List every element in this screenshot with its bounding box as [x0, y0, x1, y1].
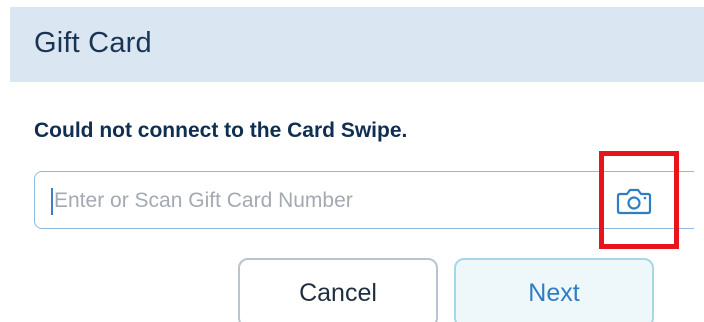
cancel-button[interactable]: Cancel [238, 258, 438, 322]
text-caret [51, 188, 53, 215]
error-message: Could not connect to the Card Swipe. [34, 119, 408, 142]
dialog-header: Gift Card [10, 7, 704, 82]
gift-card-number-input[interactable]: Enter or Scan Gift Card Number [34, 171, 694, 229]
gift-card-dialog: Gift Card Could not connect to the Card … [0, 0, 704, 322]
highlight-annotation-box [599, 151, 679, 249]
input-placeholder: Enter or Scan Gift Card Number [54, 189, 353, 212]
next-button[interactable]: Next [454, 258, 654, 322]
dialog-title: Gift Card [34, 27, 152, 59]
